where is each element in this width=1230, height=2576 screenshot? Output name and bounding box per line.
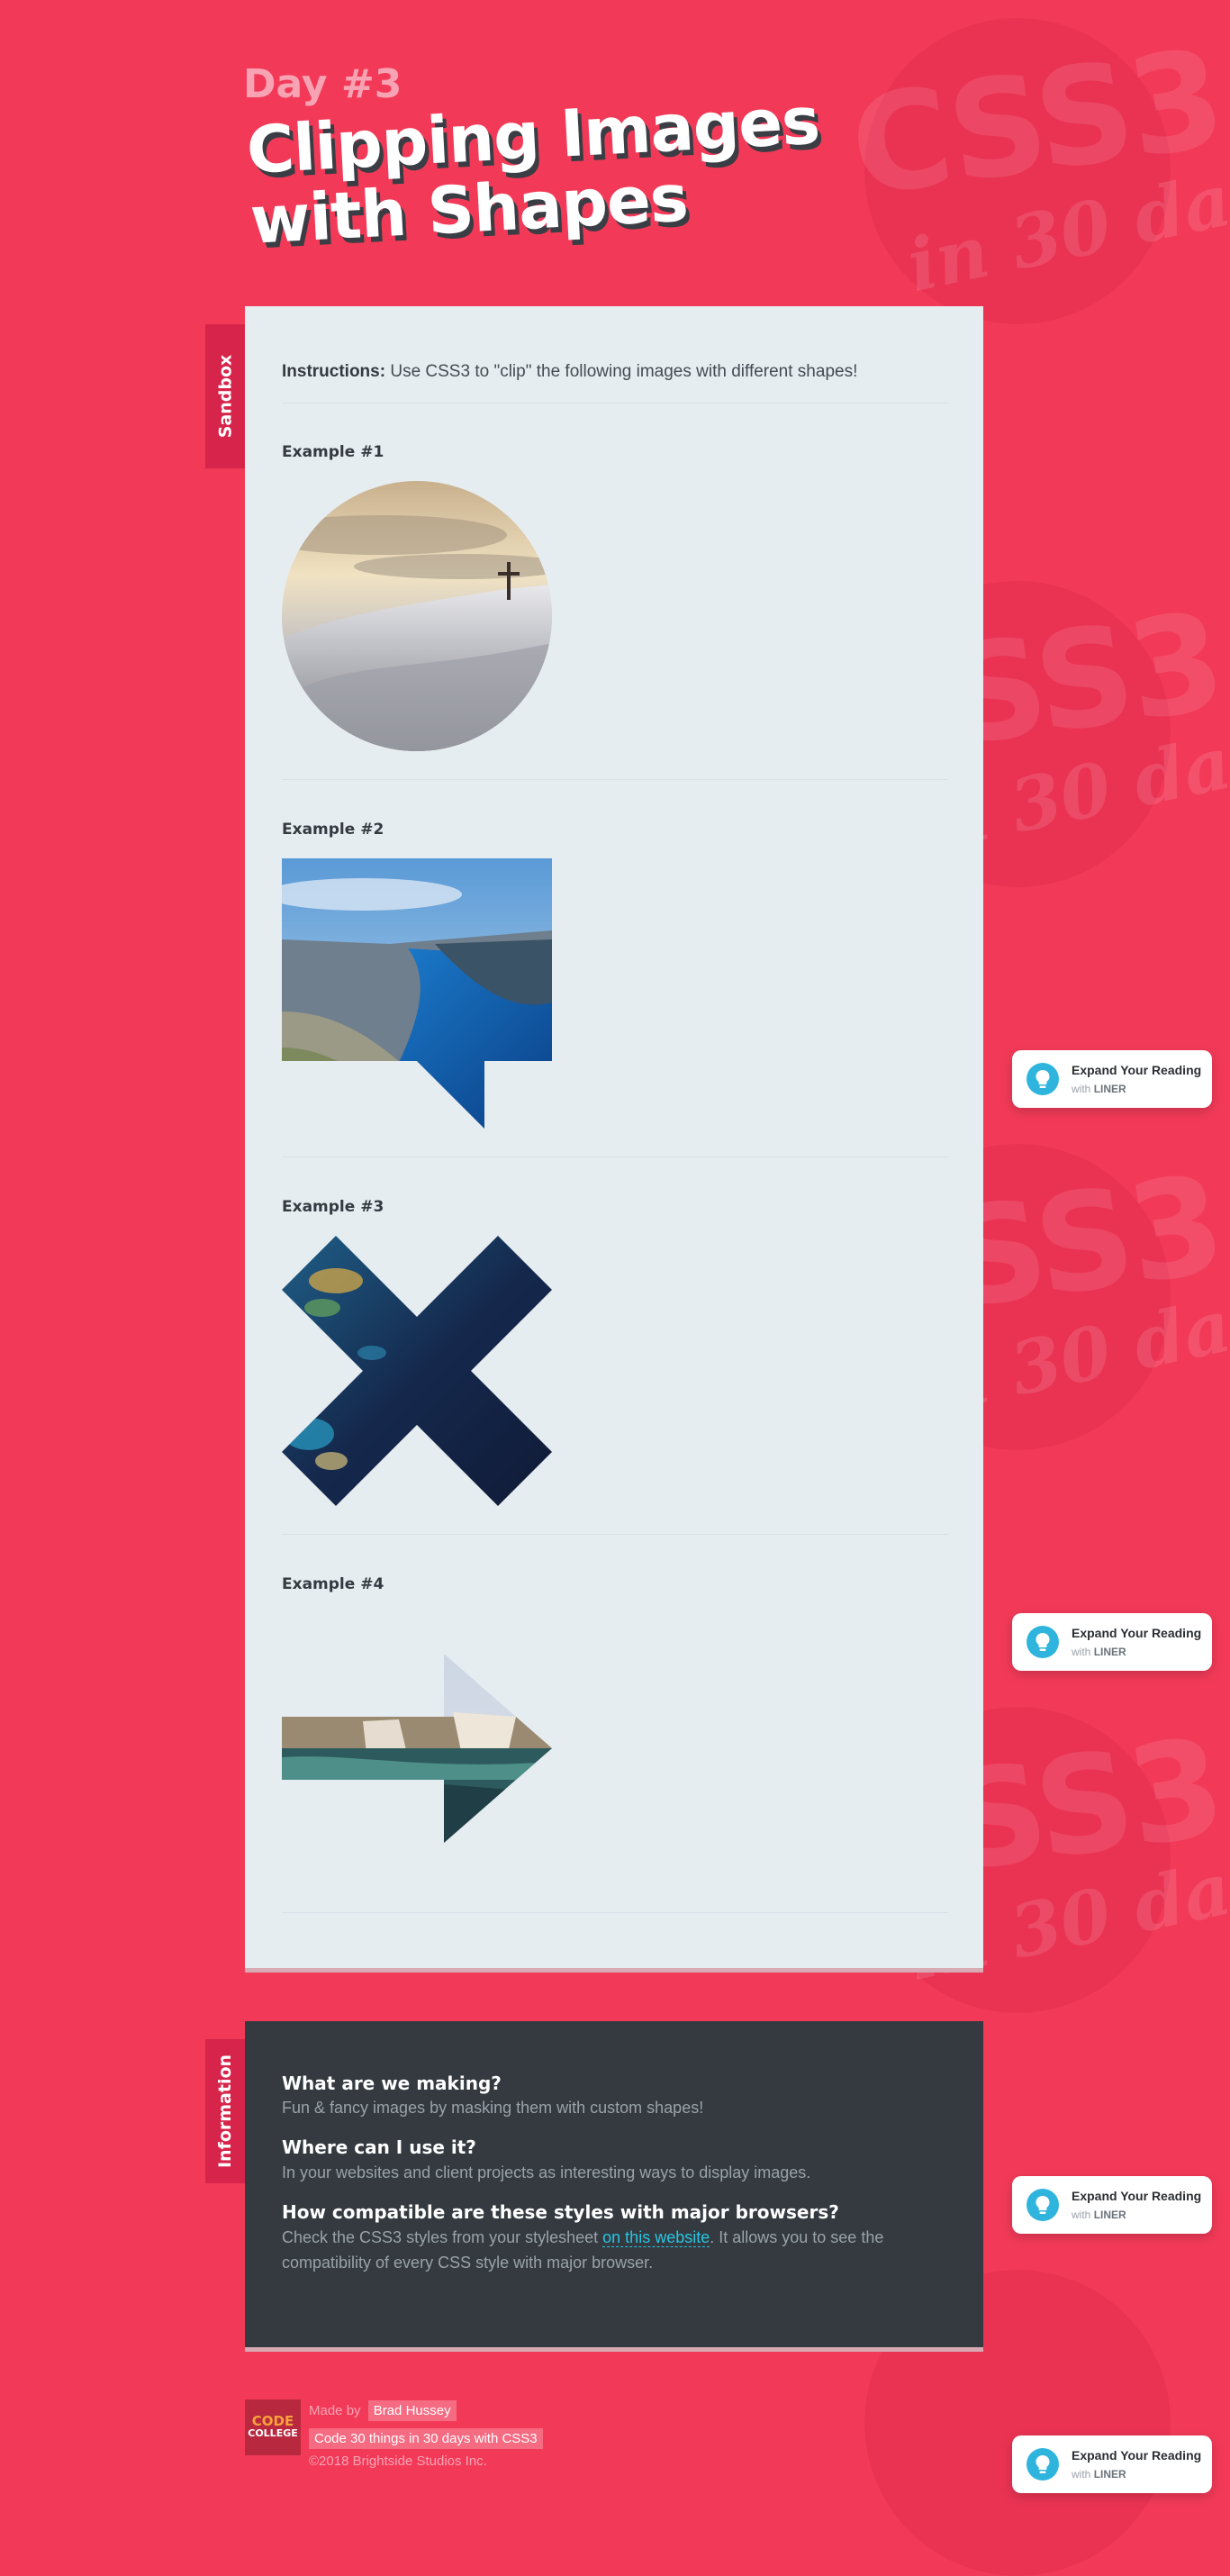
answer-what-making: Fun & fancy images by masking them with … <box>282 2099 704 2117</box>
liner-subtitle: with LINER <box>1072 1083 1126 1095</box>
liner-subtitle: with LINER <box>1072 1646 1126 1658</box>
page-title: Clipping Images with Shapes <box>244 82 821 259</box>
question-what-making: What are we making? <box>282 2073 502 2094</box>
example-1-title: Example #1 <box>282 443 384 461</box>
lightbulb-icon <box>1027 2448 1059 2481</box>
liner-widget[interactable]: Expand Your Reading with LINER <box>1012 2176 1212 2234</box>
example-4-title: Example #4 <box>282 1575 384 1593</box>
liner-sub-prefix: with <box>1072 1646 1091 1658</box>
sandbox-tab-label: Sandbox <box>215 354 236 439</box>
liner-brand: LINER <box>1093 2468 1126 2481</box>
answer-where-use: In your websites and client projects as … <box>282 2163 811 2181</box>
liner-title: Expand Your Reading <box>1072 2189 1202 2203</box>
liner-sub-prefix: with <box>1072 2209 1091 2221</box>
liner-brand: LINER <box>1093 1646 1126 1658</box>
liner-sub-prefix: with <box>1072 2468 1091 2481</box>
example-1-circle-image <box>282 481 552 751</box>
liner-sub-prefix: with <box>1072 1083 1091 1095</box>
question-where-use: Where can I use it? <box>282 2136 476 2158</box>
footer-credit: Made by Brad Hussey <box>309 2400 457 2421</box>
example-3-title: Example #3 <box>282 1198 384 1216</box>
liner-brand: LINER <box>1093 1083 1126 1095</box>
logo-line-2: COLLEGE <box>248 2427 298 2439</box>
liner-brand: LINER <box>1093 2209 1126 2221</box>
lightbulb-icon <box>1027 2189 1059 2221</box>
liner-title: Expand Your Reading <box>1072 1063 1202 1077</box>
author-link[interactable]: Brad Hussey <box>367 2400 457 2421</box>
divider <box>282 403 948 404</box>
made-by-label: Made by <box>309 2403 361 2418</box>
sandbox-panel: Instructions: Use CSS3 to "clip" the fol… <box>245 306 983 1968</box>
question-compatibility: How compatible are these styles with maj… <box>282 2201 839 2223</box>
liner-widget[interactable]: Expand Your Reading with LINER <box>1012 1613 1212 1671</box>
liner-subtitle: with LINER <box>1072 2209 1126 2221</box>
liner-title: Expand Your Reading <box>1072 2448 1202 2463</box>
instructions: Instructions: Use CSS3 to "clip" the fol… <box>282 362 857 382</box>
instructions-label: Instructions: <box>282 362 386 381</box>
logo-line-1: CODE <box>251 2413 294 2429</box>
lightbulb-icon <box>1027 1626 1059 1658</box>
instructions-text: Use CSS3 to "clip" the following images … <box>390 362 858 381</box>
information-panel: What are we making? Fun & fancy images b… <box>245 2021 983 2347</box>
lightbulb-icon <box>1027 1063 1059 1095</box>
divider <box>282 1912 948 1913</box>
copyright: ©2018 Brightside Studios Inc. <box>309 2454 487 2469</box>
example-4-arrow-image <box>282 1613 552 1883</box>
answer-compatibility-text-start: Check the CSS3 styles from your styleshe… <box>282 2228 603 2246</box>
day-label: Day #3 <box>243 61 402 107</box>
example-2-speech-bubble-image <box>282 858 552 1129</box>
divider <box>282 1156 948 1157</box>
compatibility-website-link[interactable]: on this website <box>602 2228 710 2247</box>
example-3-x-cross-image <box>282 1236 552 1506</box>
liner-widget[interactable]: Expand Your Reading with LINER <box>1012 2435 1212 2493</box>
sandbox-tab: Sandbox <box>205 324 245 468</box>
liner-widget[interactable]: Expand Your Reading with LINER <box>1012 1050 1212 1108</box>
liner-subtitle: with LINER <box>1072 2468 1126 2481</box>
information-tab-label: Information <box>215 2054 235 2169</box>
divider <box>282 1534 948 1535</box>
answer-compatibility: Check the CSS3 styles from your styleshe… <box>282 2225 912 2275</box>
divider <box>282 779 948 780</box>
liner-title: Expand Your Reading <box>1072 1626 1202 1640</box>
code-college-logo[interactable]: CODE COLLEGE <box>245 2399 301 2455</box>
information-tab: Information <box>205 2039 245 2183</box>
series-link[interactable]: Code 30 things in 30 days with CSS3 <box>309 2428 543 2449</box>
example-2-title: Example #2 <box>282 821 384 839</box>
